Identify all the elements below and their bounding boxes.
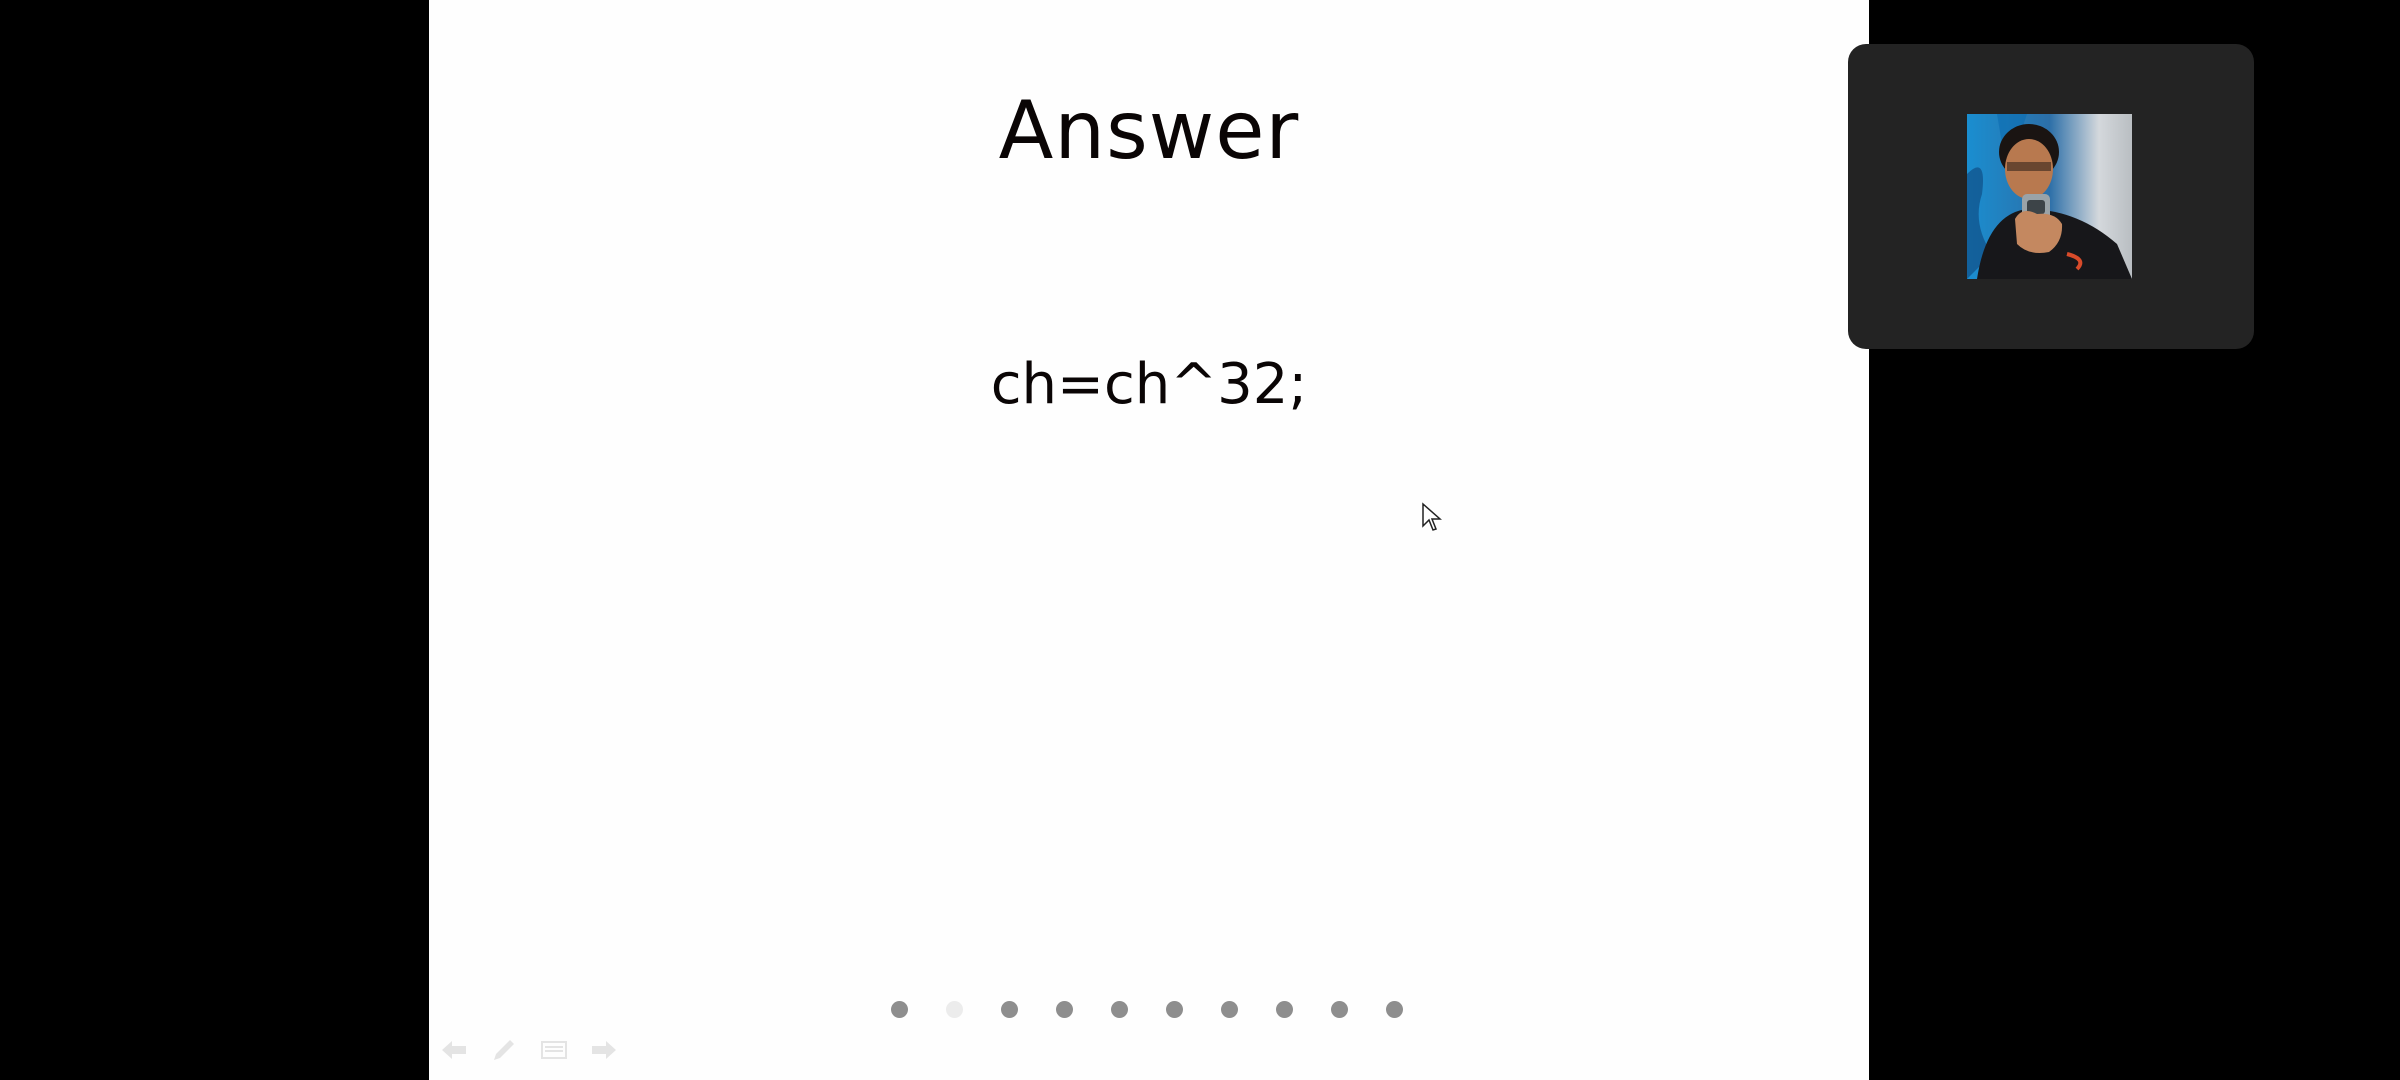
next-slide-button[interactable]: [588, 1034, 620, 1066]
pen-icon: [494, 1040, 514, 1060]
slide-dot-6[interactable]: [1166, 1001, 1183, 1018]
camera-preview-panel[interactable]: [1848, 44, 2254, 349]
presentation-slide: Answer ch=ch^32;: [429, 0, 1869, 1080]
slide-dot-3[interactable]: [1001, 1001, 1018, 1018]
participant-video[interactable]: [1967, 114, 2132, 279]
slide-dot-2[interactable]: [946, 1001, 963, 1018]
slide-dot-10[interactable]: [1386, 1001, 1403, 1018]
previous-slide-button[interactable]: [438, 1034, 470, 1066]
slide-dot-7[interactable]: [1221, 1001, 1238, 1018]
webcam-feed-image: [1967, 114, 2132, 279]
menu-icon: [541, 1041, 567, 1059]
slide-menu-button[interactable]: [538, 1034, 570, 1066]
arrow-left-icon: [442, 1041, 466, 1059]
pen-tool-button[interactable]: [488, 1034, 520, 1066]
slide-code-text: ch=ch^32;: [990, 352, 1308, 417]
slide-navigation-dots: [891, 1001, 1413, 1021]
arrow-right-icon: [592, 1041, 616, 1059]
slide-title: Answer: [998, 84, 1300, 177]
slide-dot-1[interactable]: [891, 1001, 908, 1018]
slideshow-controls: [438, 1034, 620, 1066]
slide-dot-8[interactable]: [1276, 1001, 1293, 1018]
slide-dot-5[interactable]: [1111, 1001, 1128, 1018]
mouse-cursor-icon: [1422, 502, 1442, 531]
slide-dot-4[interactable]: [1056, 1001, 1073, 1018]
slide-dot-9[interactable]: [1331, 1001, 1348, 1018]
